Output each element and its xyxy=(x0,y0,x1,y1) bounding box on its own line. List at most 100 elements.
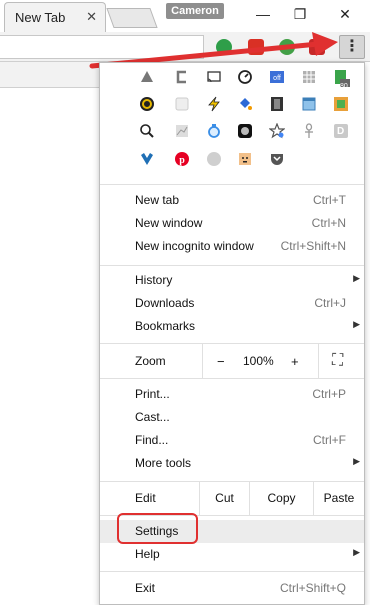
title-bar: New Tab ✕ Cameron — ❐ ✕ xyxy=(0,0,370,32)
extension-green-icon[interactable] xyxy=(216,39,232,55)
new-incognito-label: New incognito window xyxy=(135,239,254,253)
menu-separator xyxy=(100,571,364,572)
menu-item-find[interactable]: Find... Ctrl+F xyxy=(100,429,364,452)
zoom-label: Zoom xyxy=(135,354,166,368)
d-icon-letter: D xyxy=(337,126,345,137)
paint-bucket-icon[interactable] xyxy=(236,96,254,114)
film-icon[interactable] xyxy=(268,96,286,114)
paste-button[interactable]: Paste xyxy=(313,481,364,515)
more-tools-arrow-icon: ▶ xyxy=(353,456,360,466)
menu-separator xyxy=(100,265,364,266)
badge-80: 80 xyxy=(340,83,348,90)
settings-highlight-ring xyxy=(117,513,198,544)
tab-close-icon[interactable]: ✕ xyxy=(86,10,97,24)
page-strip xyxy=(0,62,99,88)
cast-label: Cast... xyxy=(135,410,170,424)
menu-item-new-tab[interactable]: New tab Ctrl+T xyxy=(100,189,364,212)
pocket-icon[interactable] xyxy=(268,151,286,169)
menu-row-zoom: Zoom − 100% + ⛶ xyxy=(100,344,364,378)
exit-label: Exit xyxy=(135,581,156,595)
exit-shortcut: Ctrl+Shift+Q xyxy=(279,581,346,595)
menu-item-bookmarks[interactable]: Bookmarks ▶ xyxy=(100,315,364,338)
bracket-icon[interactable] xyxy=(173,69,191,87)
heart-check-icon[interactable] xyxy=(138,151,156,169)
history-arrow-icon: ▶ xyxy=(353,273,360,283)
extension-red-icon[interactable] xyxy=(248,39,264,55)
restore-icon[interactable]: ❐ xyxy=(285,4,315,24)
fullscreen-cell: ⛶ xyxy=(318,344,364,378)
more-tools-label: More tools xyxy=(135,456,192,470)
d-icon[interactable]: D xyxy=(332,123,350,141)
ankh-icon[interactable] xyxy=(300,123,318,141)
downloads-label: Downloads xyxy=(135,296,195,310)
address-bar[interactable] xyxy=(0,35,204,59)
cut-button[interactable]: Cut xyxy=(199,481,249,515)
extension-lime-icon[interactable] xyxy=(279,39,295,55)
tab-new-tab[interactable]: New Tab ✕ xyxy=(4,2,106,32)
window-icon[interactable] xyxy=(300,96,318,114)
chrome-menu-button[interactable]: ⋮ xyxy=(339,35,365,59)
fullscreen-icon[interactable]: ⛶ xyxy=(332,352,343,370)
bolt-icon[interactable] xyxy=(205,96,223,114)
find-shortcut: Ctrl+F xyxy=(313,433,346,447)
new-tab-button[interactable] xyxy=(106,8,158,28)
new-incognito-shortcut: Ctrl+Shift+N xyxy=(280,239,346,253)
off-icon[interactable]: off xyxy=(268,69,286,87)
bookmarks-arrow-icon: ▶ xyxy=(353,319,360,329)
color-wheel-icon[interactable] xyxy=(138,96,156,114)
extension-crimson-icon[interactable] xyxy=(309,39,325,55)
face-icon[interactable] xyxy=(236,151,254,169)
zoom-in-button[interactable]: + xyxy=(291,354,299,369)
menu-separator xyxy=(100,184,364,185)
help-arrow-icon: ▶ xyxy=(353,547,360,557)
menu-item-new-incognito[interactable]: New incognito window Ctrl+Shift+N xyxy=(100,235,364,258)
copy-button[interactable]: Copy xyxy=(249,481,313,515)
gradient-icon[interactable] xyxy=(332,96,350,114)
svg-text:p: p xyxy=(179,155,185,166)
find-label: Find... xyxy=(135,433,169,447)
zoom-value: 100% xyxy=(243,354,274,368)
menu-item-exit[interactable]: Exit Ctrl+Shift+Q xyxy=(100,577,364,600)
zoom-controls: − 100% + xyxy=(202,344,318,378)
menu-item-help[interactable]: Help ▶ xyxy=(100,543,364,566)
close-window-icon[interactable]: ✕ xyxy=(330,4,360,24)
moon-icon[interactable] xyxy=(236,123,254,141)
menu-item-cast[interactable]: Cast... xyxy=(100,406,364,429)
help-label: Help xyxy=(135,547,160,561)
drive-icon[interactable] xyxy=(138,69,156,87)
extension-icon-grid: off 80 D p xyxy=(100,63,364,183)
menu-item-more-tools[interactable]: More tools ▶ xyxy=(100,452,364,475)
new-tab-shortcut: Ctrl+T xyxy=(313,193,346,207)
zoom-out-button[interactable]: − xyxy=(217,354,225,369)
pinterest-icon[interactable]: p xyxy=(173,151,191,169)
star-icon[interactable] xyxy=(268,122,286,141)
downloads-shortcut: Ctrl+J xyxy=(314,296,346,310)
print-label: Print... xyxy=(135,387,170,401)
circle-icon[interactable] xyxy=(205,151,223,169)
menu-row-edit: Edit Cut Copy Paste xyxy=(100,481,364,515)
history-label: History xyxy=(135,273,173,287)
minimize-icon[interactable]: — xyxy=(248,4,278,24)
tab-title: New Tab xyxy=(15,10,66,25)
grid-icon[interactable] xyxy=(300,69,318,87)
menu-item-print[interactable]: Print... Ctrl+P xyxy=(100,383,364,406)
ghost-icon[interactable] xyxy=(173,96,191,114)
gauge-icon[interactable] xyxy=(236,69,254,87)
menu-separator xyxy=(100,378,364,379)
clipboard-80-icon[interactable]: 80 xyxy=(332,69,350,90)
profile-badge[interactable]: Cameron xyxy=(166,3,224,19)
toolbar: ⋮ xyxy=(0,32,370,62)
new-tab-label: New tab xyxy=(135,193,180,207)
menu-item-history[interactable]: History ▶ xyxy=(100,269,364,292)
edit-label: Edit xyxy=(135,491,156,505)
new-window-label: New window xyxy=(135,216,203,230)
menu-item-new-window[interactable]: New window Ctrl+N xyxy=(100,212,364,235)
bookmarks-label: Bookmarks xyxy=(135,319,196,333)
print-shortcut: Ctrl+P xyxy=(312,387,346,401)
new-window-shortcut: Ctrl+N xyxy=(311,216,346,230)
chart-icon[interactable] xyxy=(173,123,191,141)
bottle-icon[interactable] xyxy=(205,123,223,141)
magnifier-icon[interactable] xyxy=(138,123,156,141)
cast-icon[interactable] xyxy=(205,69,223,87)
menu-item-downloads[interactable]: Downloads Ctrl+J xyxy=(100,292,364,315)
